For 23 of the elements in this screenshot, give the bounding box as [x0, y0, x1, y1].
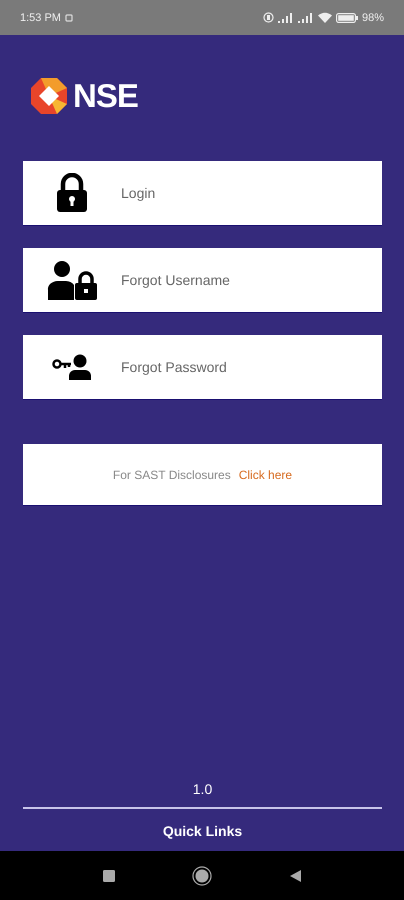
- battery-level: 98%: [362, 12, 384, 24]
- signal-icon: [298, 12, 314, 22]
- logo-text: NSE: [73, 77, 138, 115]
- registered-icon: [262, 12, 274, 23]
- version-text: 1.0: [192, 781, 214, 797]
- sast-text: For SAST Disclosures: [112, 468, 231, 482]
- user-lock-icon: [47, 260, 97, 300]
- menu-button[interactable]: Forgot Username: [23, 248, 382, 312]
- home-icon[interactable]: [192, 866, 212, 886]
- quick-links-link[interactable]: Quick Links: [162, 823, 242, 839]
- battery-icon: [336, 12, 358, 22]
- signal-icon: [278, 12, 294, 22]
- lock-icon: [55, 173, 89, 213]
- back-icon[interactable]: [288, 868, 302, 882]
- logo-icon: [29, 76, 69, 116]
- menu-button[interactable]: Login: [23, 161, 382, 225]
- notification-icon: [64, 14, 73, 22]
- key-user-icon: [52, 354, 92, 380]
- wifi-icon: [318, 12, 332, 23]
- click-here-link[interactable]: Click here: [238, 468, 292, 482]
- status-time: 1:53 PM: [20, 12, 61, 24]
- recents-icon[interactable]: [102, 868, 116, 882]
- menu-button[interactable]: Forgot Password: [23, 335, 382, 399]
